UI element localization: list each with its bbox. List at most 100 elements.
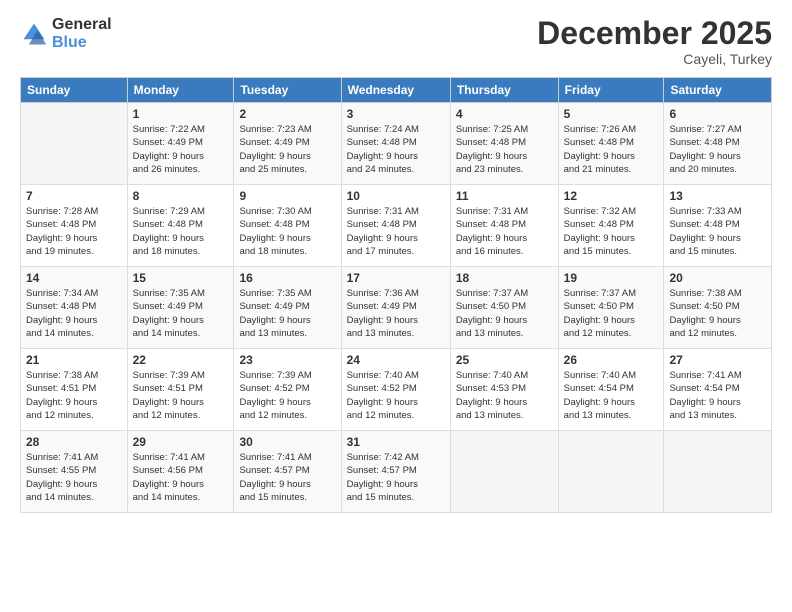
col-sunday: Sunday — [21, 78, 128, 103]
calendar-cell: 29 Sunrise: 7:41 AM Sunset: 4:56 PM Dayl… — [127, 431, 234, 513]
calendar-cell: 23 Sunrise: 7:39 AM Sunset: 4:52 PM Dayl… — [234, 349, 341, 431]
day-number: 27 — [669, 353, 766, 367]
day-info: Sunrise: 7:37 AM Sunset: 4:50 PM Dayligh… — [456, 287, 553, 340]
day-info: Sunrise: 7:36 AM Sunset: 4:49 PM Dayligh… — [347, 287, 445, 340]
day-info: Sunrise: 7:40 AM Sunset: 4:54 PM Dayligh… — [564, 369, 659, 422]
calendar-table: Sunday Monday Tuesday Wednesday Thursday… — [20, 77, 772, 513]
location: Cayeli, Turkey — [537, 51, 772, 67]
calendar-cell: 12 Sunrise: 7:32 AM Sunset: 4:48 PM Dayl… — [558, 185, 664, 267]
calendar-cell: 18 Sunrise: 7:37 AM Sunset: 4:50 PM Dayl… — [450, 267, 558, 349]
day-info: Sunrise: 7:41 AM Sunset: 4:56 PM Dayligh… — [133, 451, 229, 504]
day-number: 4 — [456, 107, 553, 121]
logo-general: General — [52, 16, 112, 34]
day-number: 14 — [26, 271, 122, 285]
day-number: 19 — [564, 271, 659, 285]
day-info: Sunrise: 7:30 AM Sunset: 4:48 PM Dayligh… — [239, 205, 335, 258]
calendar-cell: 25 Sunrise: 7:40 AM Sunset: 4:53 PM Dayl… — [450, 349, 558, 431]
calendar-cell: 10 Sunrise: 7:31 AM Sunset: 4:48 PM Dayl… — [341, 185, 450, 267]
calendar-week-4: 21 Sunrise: 7:38 AM Sunset: 4:51 PM Dayl… — [21, 349, 772, 431]
day-number: 8 — [133, 189, 229, 203]
day-info: Sunrise: 7:41 AM Sunset: 4:57 PM Dayligh… — [239, 451, 335, 504]
calendar-cell: 8 Sunrise: 7:29 AM Sunset: 4:48 PM Dayli… — [127, 185, 234, 267]
day-info: Sunrise: 7:40 AM Sunset: 4:53 PM Dayligh… — [456, 369, 553, 422]
calendar-header: Sunday Monday Tuesday Wednesday Thursday… — [21, 78, 772, 103]
calendar-cell: 4 Sunrise: 7:25 AM Sunset: 4:48 PM Dayli… — [450, 103, 558, 185]
day-number: 1 — [133, 107, 229, 121]
calendar-cell: 15 Sunrise: 7:35 AM Sunset: 4:49 PM Dayl… — [127, 267, 234, 349]
day-number: 10 — [347, 189, 445, 203]
calendar-cell: 5 Sunrise: 7:26 AM Sunset: 4:48 PM Dayli… — [558, 103, 664, 185]
day-number: 15 — [133, 271, 229, 285]
calendar-cell: 1 Sunrise: 7:22 AM Sunset: 4:49 PM Dayli… — [127, 103, 234, 185]
day-number: 2 — [239, 107, 335, 121]
day-number: 24 — [347, 353, 445, 367]
day-info: Sunrise: 7:35 AM Sunset: 4:49 PM Dayligh… — [239, 287, 335, 340]
calendar-cell: 28 Sunrise: 7:41 AM Sunset: 4:55 PM Dayl… — [21, 431, 128, 513]
calendar-cell: 11 Sunrise: 7:31 AM Sunset: 4:48 PM Dayl… — [450, 185, 558, 267]
day-info: Sunrise: 7:32 AM Sunset: 4:48 PM Dayligh… — [564, 205, 659, 258]
day-number: 25 — [456, 353, 553, 367]
calendar-cell: 7 Sunrise: 7:28 AM Sunset: 4:48 PM Dayli… — [21, 185, 128, 267]
day-info: Sunrise: 7:38 AM Sunset: 4:51 PM Dayligh… — [26, 369, 122, 422]
day-number: 13 — [669, 189, 766, 203]
day-number: 17 — [347, 271, 445, 285]
day-info: Sunrise: 7:31 AM Sunset: 4:48 PM Dayligh… — [347, 205, 445, 258]
day-number: 12 — [564, 189, 659, 203]
day-info: Sunrise: 7:24 AM Sunset: 4:48 PM Dayligh… — [347, 123, 445, 176]
day-number: 23 — [239, 353, 335, 367]
calendar-body: 1 Sunrise: 7:22 AM Sunset: 4:49 PM Dayli… — [21, 103, 772, 513]
day-info: Sunrise: 7:37 AM Sunset: 4:50 PM Dayligh… — [564, 287, 659, 340]
day-info: Sunrise: 7:33 AM Sunset: 4:48 PM Dayligh… — [669, 205, 766, 258]
day-info: Sunrise: 7:22 AM Sunset: 4:49 PM Dayligh… — [133, 123, 229, 176]
day-info: Sunrise: 7:28 AM Sunset: 4:48 PM Dayligh… — [26, 205, 122, 258]
col-saturday: Saturday — [664, 78, 772, 103]
col-wednesday: Wednesday — [341, 78, 450, 103]
calendar-cell: 3 Sunrise: 7:24 AM Sunset: 4:48 PM Dayli… — [341, 103, 450, 185]
day-number: 9 — [239, 189, 335, 203]
calendar-cell: 6 Sunrise: 7:27 AM Sunset: 4:48 PM Dayli… — [664, 103, 772, 185]
day-info: Sunrise: 7:29 AM Sunset: 4:48 PM Dayligh… — [133, 205, 229, 258]
calendar-cell — [558, 431, 664, 513]
day-info: Sunrise: 7:25 AM Sunset: 4:48 PM Dayligh… — [456, 123, 553, 176]
calendar-week-1: 1 Sunrise: 7:22 AM Sunset: 4:49 PM Dayli… — [21, 103, 772, 185]
calendar-week-5: 28 Sunrise: 7:41 AM Sunset: 4:55 PM Dayl… — [21, 431, 772, 513]
day-number: 30 — [239, 435, 335, 449]
month-title: December 2025 — [537, 16, 772, 51]
day-number: 3 — [347, 107, 445, 121]
calendar-cell: 19 Sunrise: 7:37 AM Sunset: 4:50 PM Dayl… — [558, 267, 664, 349]
calendar-cell: 16 Sunrise: 7:35 AM Sunset: 4:49 PM Dayl… — [234, 267, 341, 349]
day-number: 7 — [26, 189, 122, 203]
day-number: 31 — [347, 435, 445, 449]
col-friday: Friday — [558, 78, 664, 103]
calendar-cell: 31 Sunrise: 7:42 AM Sunset: 4:57 PM Dayl… — [341, 431, 450, 513]
day-number: 22 — [133, 353, 229, 367]
day-number: 21 — [26, 353, 122, 367]
day-info: Sunrise: 7:34 AM Sunset: 4:48 PM Dayligh… — [26, 287, 122, 340]
logo-blue: Blue — [52, 34, 112, 52]
col-thursday: Thursday — [450, 78, 558, 103]
calendar-cell: 22 Sunrise: 7:39 AM Sunset: 4:51 PM Dayl… — [127, 349, 234, 431]
calendar-cell: 14 Sunrise: 7:34 AM Sunset: 4:48 PM Dayl… — [21, 267, 128, 349]
calendar-cell: 2 Sunrise: 7:23 AM Sunset: 4:49 PM Dayli… — [234, 103, 341, 185]
day-info: Sunrise: 7:35 AM Sunset: 4:49 PM Dayligh… — [133, 287, 229, 340]
day-number: 6 — [669, 107, 766, 121]
calendar-cell — [21, 103, 128, 185]
calendar-cell: 27 Sunrise: 7:41 AM Sunset: 4:54 PM Dayl… — [664, 349, 772, 431]
calendar-cell: 26 Sunrise: 7:40 AM Sunset: 4:54 PM Dayl… — [558, 349, 664, 431]
calendar-week-2: 7 Sunrise: 7:28 AM Sunset: 4:48 PM Dayli… — [21, 185, 772, 267]
day-info: Sunrise: 7:27 AM Sunset: 4:48 PM Dayligh… — [669, 123, 766, 176]
day-info: Sunrise: 7:26 AM Sunset: 4:48 PM Dayligh… — [564, 123, 659, 176]
day-number: 5 — [564, 107, 659, 121]
header: General Blue December 2025 Cayeli, Turke… — [20, 16, 772, 67]
calendar-cell: 20 Sunrise: 7:38 AM Sunset: 4:50 PM Dayl… — [664, 267, 772, 349]
page: General Blue December 2025 Cayeli, Turke… — [0, 0, 792, 612]
logo: General Blue — [20, 16, 112, 51]
day-info: Sunrise: 7:38 AM Sunset: 4:50 PM Dayligh… — [669, 287, 766, 340]
day-info: Sunrise: 7:40 AM Sunset: 4:52 PM Dayligh… — [347, 369, 445, 422]
calendar-cell: 17 Sunrise: 7:36 AM Sunset: 4:49 PM Dayl… — [341, 267, 450, 349]
col-monday: Monday — [127, 78, 234, 103]
day-number: 29 — [133, 435, 229, 449]
day-info: Sunrise: 7:39 AM Sunset: 4:51 PM Dayligh… — [133, 369, 229, 422]
day-info: Sunrise: 7:23 AM Sunset: 4:49 PM Dayligh… — [239, 123, 335, 176]
header-row: Sunday Monday Tuesday Wednesday Thursday… — [21, 78, 772, 103]
